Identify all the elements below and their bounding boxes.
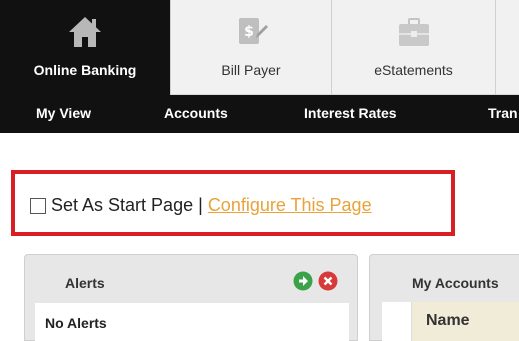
add-icon[interactable] [293,271,313,291]
tab-label: Bill Payer [221,62,281,78]
subnav-my-view[interactable]: My View [36,105,91,121]
subnav-transfers[interactable]: Tran [488,105,518,121]
tab-estatements[interactable]: eStatements [332,0,496,95]
start-page-row: Set As Start Page | Configure This Page [51,195,372,216]
no-alerts-text: No Alerts [45,315,107,331]
subnav-interest-rates[interactable]: Interest Rates [304,105,397,121]
tab-partial[interactable] [496,0,519,95]
subnav-accounts[interactable]: Accounts [164,105,228,121]
alerts-title: Alerts [65,275,105,291]
name-column-header[interactable]: Name [426,312,470,330]
top-tab-bar: Online Banking $ Bill Payer eStatements [0,0,519,95]
separator: | [198,195,203,215]
start-page-label: Set As Start Page [51,195,194,215]
sub-nav: My View Accounts Interest Rates Tran [0,95,519,133]
start-page-highlight: Set As Start Page | Configure This Page [11,170,455,236]
alerts-body: No Alerts [35,303,349,341]
configure-page-link[interactable]: Configure This Page [208,195,372,215]
tab-online-banking[interactable]: Online Banking [0,0,171,95]
tab-bill-payer[interactable]: $ Bill Payer [171,0,332,95]
accounts-panel: My Accounts Name [369,254,519,341]
briefcase-icon [396,14,432,50]
accounts-title: My Accounts [412,275,499,291]
svg-text:$: $ [244,24,254,40]
accounts-row-gutter [382,302,412,341]
alerts-panel: Alerts No Alerts [24,254,358,341]
tab-label: eStatements [374,62,453,78]
tab-label: Online Banking [33,62,137,78]
close-icon[interactable] [318,271,338,291]
start-page-checkbox[interactable] [30,198,46,214]
bill-payer-icon: $ [233,14,269,50]
home-icon [67,14,103,50]
